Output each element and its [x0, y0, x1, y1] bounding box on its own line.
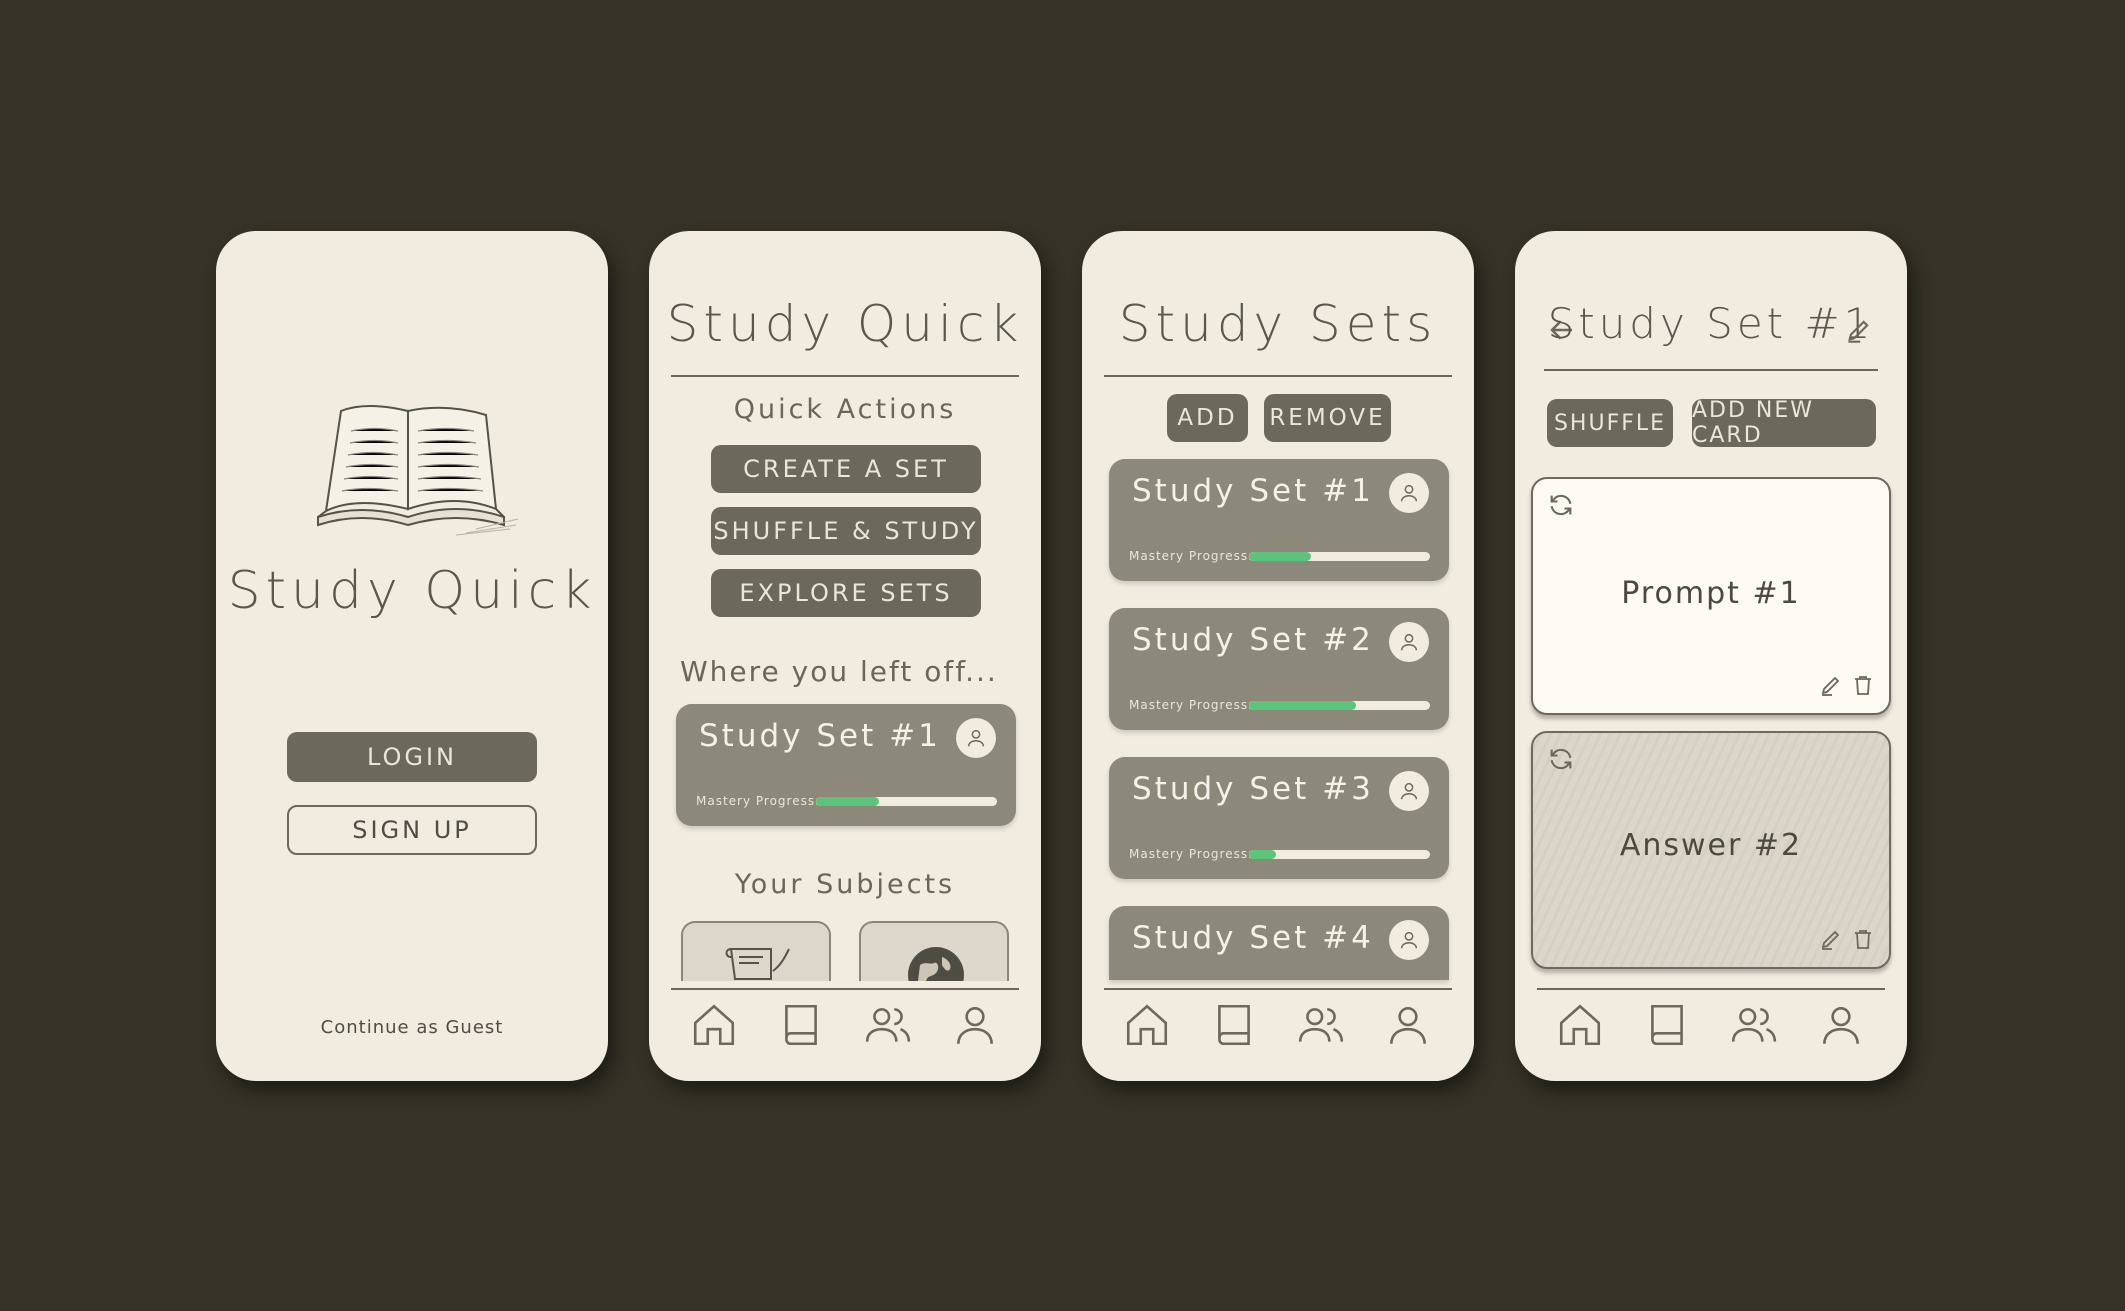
set-name: Study Set #4	[1132, 920, 1374, 956]
trash-icon[interactable]	[1851, 673, 1875, 701]
user-icon	[1389, 473, 1429, 513]
explore-sets-button[interactable]: EXPLORE SETS	[711, 569, 981, 617]
users-icon[interactable]	[1296, 1000, 1346, 1050]
app-title: Study Quick	[227, 561, 597, 621]
create-set-button[interactable]: CREATE A SET	[711, 445, 981, 493]
shuffle-button[interactable]: SHUFFLE	[1547, 399, 1673, 447]
signup-button[interactable]: SIGN UP	[287, 805, 537, 855]
mastery-progress-bar	[1249, 701, 1430, 710]
trash-icon[interactable]	[1851, 927, 1875, 955]
add-button[interactable]: ADD	[1167, 394, 1248, 442]
title-divider	[1104, 375, 1452, 377]
mastery-label: Mastery Progress:	[1129, 549, 1254, 563]
home-icon[interactable]	[1122, 1000, 1172, 1050]
globe-icon	[906, 945, 966, 981]
refresh-icon[interactable]	[1547, 491, 1575, 523]
set-detail-screen: Study Set #1 SHUFFLE ADD NEW CARD Prompt…	[1515, 231, 1907, 1081]
bottom-nav	[649, 988, 1041, 1081]
page-title: Study Quick	[666, 295, 1024, 353]
left-off-heading: Where you left off...	[680, 655, 998, 688]
pencil-icon[interactable]	[1845, 316, 1873, 348]
users-icon[interactable]	[1729, 1000, 1779, 1050]
recent-set-card[interactable]: Study Set #1 Mastery Progress:	[676, 704, 1016, 826]
bottom-nav	[1515, 988, 1907, 1081]
mastery-label: Mastery Progress:	[1129, 698, 1254, 712]
set-card[interactable]: Study Set #2 Mastery Progress:	[1109, 608, 1449, 730]
user-icon[interactable]	[950, 1000, 1000, 1050]
book-icon[interactable]	[776, 1000, 826, 1050]
user-icon	[1389, 920, 1429, 960]
title-divider	[671, 375, 1019, 377]
users-icon[interactable]	[863, 1000, 913, 1050]
pencil-icon[interactable]	[1819, 673, 1843, 701]
subjects-heading: Your Subjects	[734, 869, 956, 900]
flashcard-answer[interactable]: Answer #2	[1531, 731, 1891, 969]
set-card[interactable]: Study Set #3 Mastery Progress:	[1109, 757, 1449, 879]
shuffle-study-button[interactable]: SHUFFLE & STUDY	[711, 507, 981, 555]
mastery-progress-bar	[1249, 552, 1430, 561]
book-icon[interactable]	[1642, 1000, 1692, 1050]
quick-actions-heading: Quick Actions	[733, 394, 957, 425]
set-name: Study Set #2	[1132, 622, 1374, 658]
set-card[interactable]: Study Set #4	[1109, 906, 1449, 980]
mastery-progress-bar	[816, 797, 997, 806]
refresh-icon[interactable]	[1547, 745, 1575, 777]
user-icon	[956, 718, 996, 758]
set-name: Study Set #1	[1132, 473, 1374, 509]
pencil-icon[interactable]	[1819, 927, 1843, 955]
book-icon[interactable]	[1209, 1000, 1259, 1050]
guest-link[interactable]: Continue as Guest	[216, 1017, 608, 1038]
login-button[interactable]: LOGIN	[287, 732, 537, 782]
flashcard-prompt[interactable]: Prompt #1	[1531, 477, 1891, 715]
set-name: Study Set #1	[699, 718, 941, 754]
page-title: Study Sets	[1118, 295, 1438, 353]
user-icon	[1389, 771, 1429, 811]
set-card[interactable]: Study Set #1 Mastery Progress:	[1109, 459, 1449, 581]
mastery-progress-bar	[1249, 850, 1430, 859]
subject-card-history[interactable]	[681, 921, 831, 981]
user-icon	[1389, 622, 1429, 662]
title-divider	[1544, 369, 1878, 371]
card-text: Answer #2	[1619, 828, 1803, 863]
mastery-label: Mastery Progress:	[1129, 847, 1254, 861]
card-text: Prompt #1	[1621, 576, 1801, 611]
remove-button[interactable]: REMOVE	[1264, 394, 1391, 442]
study-sets-screen: Study Sets ADD REMOVE Study Set #1 Maste…	[1082, 231, 1474, 1081]
add-new-card-button[interactable]: ADD NEW CARD	[1692, 398, 1876, 448]
book-illustration	[296, 401, 526, 541]
landing-screen: Study Quick LOGIN SIGN UP Continue as Gu…	[216, 231, 608, 1081]
scroll-icon	[723, 941, 793, 981]
bottom-nav	[1082, 988, 1474, 1081]
home-icon[interactable]	[689, 1000, 739, 1050]
subject-card-geography[interactable]	[859, 921, 1009, 981]
home-screen: Study Quick Quick Actions CREATE A SET S…	[649, 231, 1041, 1081]
mastery-label: Mastery Progress:	[696, 794, 821, 808]
home-icon[interactable]	[1555, 1000, 1605, 1050]
user-icon[interactable]	[1383, 1000, 1433, 1050]
user-icon[interactable]	[1816, 1000, 1866, 1050]
set-name: Study Set #3	[1132, 771, 1374, 807]
